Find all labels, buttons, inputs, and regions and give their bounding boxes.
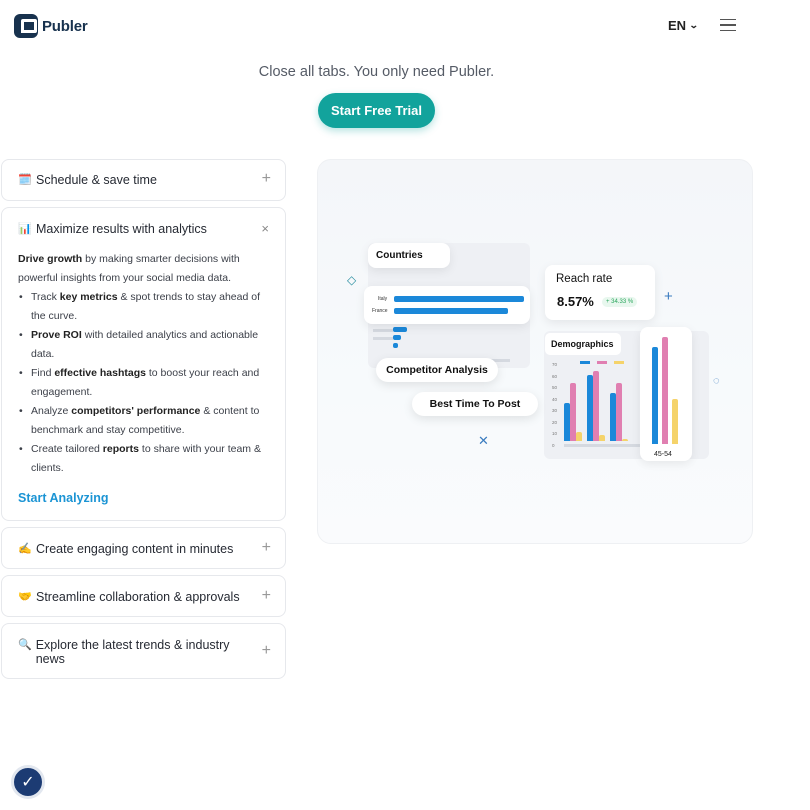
reach-rate-card: Reach rate 8.57% + 34.33 % — [545, 265, 655, 320]
y-tick: 50 — [552, 385, 558, 390]
publer-logo-icon — [14, 14, 38, 38]
demographics-y-axis: 70 60 50 40 30 20 10 0 — [552, 359, 557, 451]
demographics-title: Demographics — [545, 333, 621, 355]
start-analyzing-link[interactable]: Start Analyzing — [18, 491, 109, 505]
reach-value: 8.57% — [557, 294, 594, 309]
bullet-bold: reports — [102, 443, 139, 455]
country-bar — [394, 296, 524, 302]
accordion-header: 📊 Maximize results with analytics — [18, 222, 207, 236]
bullet-text: Create tailored — [31, 443, 103, 455]
accordion-item-content[interactable]: ✍️ Create engaging content in minutes + — [1, 527, 286, 569]
language-label: EN — [668, 18, 687, 33]
accordion-header: 🔍 Explore the latest trends & industry n… — [18, 638, 238, 666]
intro-bold: Drive growth — [18, 253, 83, 265]
writing-hand-icon: ✍️ — [18, 543, 32, 555]
expand-plus-icon[interactable]: + — [262, 587, 271, 605]
language-selector[interactable]: EN ⌄ — [668, 18, 699, 33]
y-tick: 60 — [552, 373, 558, 379]
accordion-header: 🤝 Streamline collaboration & approvals — [18, 590, 240, 604]
bullet-text: Analyze — [31, 405, 72, 417]
feature-list: Track key metrics & spot trends to stay … — [18, 288, 273, 478]
calendar-icon: 🗓️ — [18, 174, 32, 186]
list-item: Prove ROI with detailed analytics and ac… — [18, 326, 273, 364]
list-item: Find effective hashtags to boost your re… — [18, 364, 273, 402]
cross-deco-icon: ✕ — [478, 433, 489, 448]
demographics-bars — [564, 369, 636, 441]
reach-title: Reach rate — [556, 273, 613, 285]
list-item: Analyze competitors' performance & conte… — [18, 402, 273, 440]
accordion-title: Create engaging content in minutes — [36, 542, 234, 556]
bullet-bold: competitors' performance — [71, 405, 201, 417]
accordion-title: Maximize results with analytics — [36, 222, 207, 236]
hero-tagline: Close all tabs. You only need Publer. — [258, 64, 495, 80]
country-label: France — [372, 308, 388, 314]
reach-badge: + 34.33 % — [602, 297, 638, 307]
site-header: Publer EN ⌄ — [0, 0, 810, 52]
countries-title: Countries — [368, 243, 450, 268]
accordion-item-analytics[interactable]: 📊 Maximize results with analytics × Driv… — [1, 207, 286, 521]
hamburger-menu-icon[interactable] — [720, 19, 736, 31]
start-free-trial-button[interactable]: Start Free Trial — [318, 93, 435, 128]
age-group-label: 45-54 — [654, 451, 672, 458]
accordion-title: Streamline collaboration & approvals — [36, 590, 240, 604]
bullet-bold: Prove ROI — [31, 329, 82, 341]
accordion-item-schedule[interactable]: 🗓️ Schedule & save time + — [1, 159, 286, 201]
expand-plus-icon[interactable]: + — [262, 642, 271, 660]
y-tick: 10 — [552, 431, 558, 436]
bullet-text: Track — [31, 291, 60, 303]
accordion-header: 🗓️ Schedule & save time — [18, 173, 157, 187]
expand-plus-icon[interactable]: + — [262, 539, 271, 557]
magnifier-icon: 🔍 — [18, 639, 32, 651]
intro-paragraph: Drive growth by making smarter decisions… — [18, 250, 273, 288]
brand-name: Publer — [42, 17, 88, 35]
chevron-down-icon: ⌄ — [688, 20, 699, 30]
bullet-text: Find — [31, 367, 55, 379]
dotted-circle-icon: ◌ — [713, 375, 720, 387]
best-time-to-post-pill: Best Time To Post — [412, 392, 538, 416]
accordion-body: Drive growth by making smarter decisions… — [18, 250, 273, 478]
accordion-title: Explore the latest trends & industry new… — [35, 638, 230, 666]
accordion-title: Schedule & save time — [36, 173, 157, 187]
handshake-icon: 🤝 — [18, 591, 32, 603]
y-tick: 20 — [552, 419, 558, 425]
accordion-item-collaboration[interactable]: 🤝 Streamline collaboration & approvals + — [1, 575, 286, 617]
collapse-close-icon[interactable]: × — [261, 221, 269, 236]
y-tick: 40 — [552, 396, 558, 402]
countries-bars-card: Italy France — [364, 286, 530, 324]
bar-chart-icon: 📊 — [18, 223, 32, 235]
y-tick: 70 — [552, 362, 558, 367]
accordion-item-trends[interactable]: 🔍 Explore the latest trends & industry n… — [1, 623, 286, 679]
country-label: Italy — [378, 296, 388, 302]
y-tick: 0 — [552, 442, 555, 448]
plus-deco-icon: + — [664, 288, 673, 305]
accessibility-icon[interactable]: ✓ — [11, 765, 45, 799]
publer-logo[interactable]: Publer — [14, 14, 88, 38]
bullet-bold: effective hashtags — [54, 367, 146, 379]
accordion-header: ✍️ Create engaging content in minutes — [18, 542, 233, 556]
expand-plus-icon[interactable]: + — [262, 170, 271, 188]
competitor-analysis-pill: Competitor Analysis — [376, 358, 498, 382]
list-item: Create tailored reports to share with yo… — [18, 440, 273, 478]
age-group-card: 45-54 — [640, 327, 692, 461]
country-bar — [394, 308, 509, 314]
analytics-illustration: Countries Italy France Reach rate 8.57% … — [317, 159, 753, 544]
y-tick: 30 — [552, 408, 558, 413]
list-item: Track key metrics & spot trends to stay … — [18, 288, 273, 326]
diamond-icon: ◇ — [347, 273, 357, 287]
bullet-bold: key metrics — [59, 291, 118, 303]
